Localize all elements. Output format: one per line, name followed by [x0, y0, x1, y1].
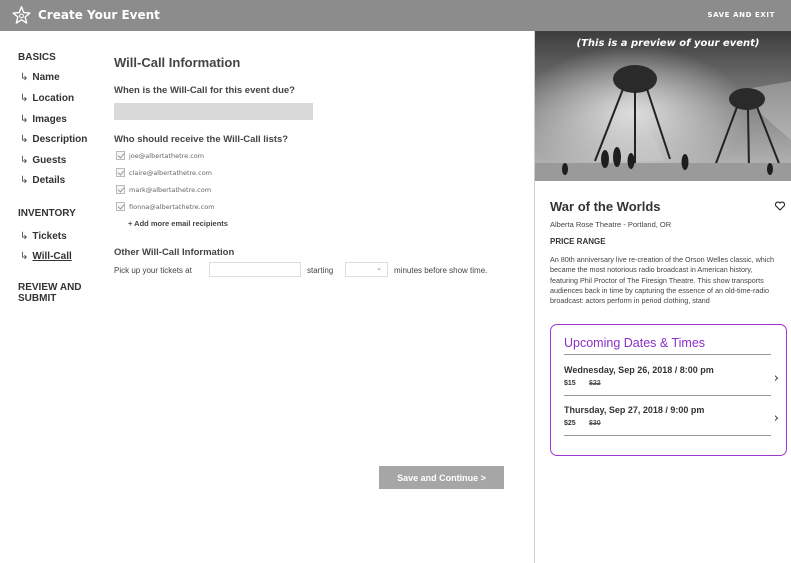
- recipient-checkbox[interactable]: [116, 151, 125, 160]
- chevron-right-icon: ›: [773, 371, 779, 386]
- divider: [564, 435, 771, 436]
- return-arrow-icon: ↳: [20, 114, 29, 125]
- divider: [564, 354, 771, 355]
- recipient-row: mark@albertathetre.com: [116, 185, 211, 194]
- original-price: $30: [589, 420, 601, 427]
- event-hero-image: (This is a preview of your event): [535, 31, 791, 181]
- sidebar-item-will-call[interactable]: ↳ Will-Call: [20, 251, 72, 262]
- sidebar-item-label: Description: [32, 134, 88, 145]
- page-title: Will-Call Information: [114, 55, 241, 70]
- recipient-checkbox[interactable]: [116, 185, 125, 194]
- sidebar-item-name[interactable]: ↳ Name: [20, 72, 60, 83]
- recipient-email: joe@albertathetre.com: [129, 151, 205, 160]
- sidebar-heading-review[interactable]: REVIEW AND SUBMIT: [18, 282, 82, 304]
- recipients-question-label: Who should receive the Will-Call lists?: [114, 134, 289, 145]
- date-row[interactable]: Thursday, Sep 27, 2018 / 9:00 pm $25 $30…: [564, 405, 779, 439]
- return-arrow-icon: ↳: [20, 134, 29, 145]
- date-row[interactable]: Wednesday, Sep 26, 2018 / 8:00 pm $15 $2…: [564, 365, 779, 399]
- add-email-recipients-link[interactable]: + Add more email recipients: [128, 219, 228, 228]
- recipient-row: fionna@albertathetre.com: [116, 202, 215, 211]
- sidebar-item-label: Location: [32, 93, 75, 104]
- event-description: An 80th anniversary live re-creation of …: [550, 255, 774, 305]
- recipient-email: claire@albertathetre.com: [129, 168, 213, 177]
- pickup-label: Pick up your tickets at: [114, 266, 192, 275]
- return-arrow-icon: ↳: [20, 231, 29, 242]
- recipient-checkbox[interactable]: [116, 168, 125, 177]
- sidebar-item-tickets[interactable]: ↳ Tickets: [20, 231, 67, 242]
- sidebar-item-label: Tickets: [32, 231, 67, 242]
- save-and-continue-button[interactable]: Save and Continue >: [379, 466, 504, 489]
- sidebar-item-label: Name: [32, 72, 60, 83]
- ticket-price: $25: [564, 420, 576, 427]
- sidebar-item-description[interactable]: ↳ Description: [20, 134, 87, 145]
- pickup-location-input[interactable]: [209, 262, 301, 277]
- event-preview-panel: (This is a preview of your event) War of…: [534, 31, 791, 563]
- due-question-label: When is the Will-Call for this event due…: [114, 85, 295, 96]
- other-info-heading: Other Will-Call Information: [114, 247, 235, 258]
- chevron-down-icon: ⌄: [376, 265, 382, 272]
- minutes-select[interactable]: ⌄: [345, 262, 388, 277]
- return-arrow-icon: ↳: [20, 93, 29, 104]
- return-arrow-icon: ↳: [20, 155, 29, 166]
- heart-icon[interactable]: [774, 200, 786, 212]
- event-title: War of the Worlds: [550, 199, 661, 214]
- recipient-row: claire@albertathetre.com: [116, 168, 212, 177]
- return-arrow-icon: ↳: [20, 175, 29, 186]
- save-and-exit-link[interactable]: SAVE AND EXIT: [707, 11, 775, 19]
- tripod-scene-image: [535, 31, 791, 181]
- sidebar-heading-basics: BASICS: [18, 52, 56, 63]
- sidebar-item-label: Images: [32, 114, 67, 125]
- will-call-form: Will-Call Information When is the Will-C…: [114, 0, 514, 563]
- recipient-row: joe@albertathetre.com: [116, 151, 204, 160]
- divider: [564, 395, 771, 396]
- sidebar-item-label: Details: [32, 175, 66, 186]
- sidebar-item-label: Will-Call: [32, 251, 72, 262]
- date-time: Wednesday, Sep 26, 2018 / 8:00 pm: [564, 365, 714, 375]
- event-venue: Alberta Rose Theatre - Portland, OR: [550, 220, 672, 229]
- preview-note: (This is a preview of your event): [576, 38, 760, 49]
- upcoming-dates-card: Upcoming Dates & Times Wednesday, Sep 26…: [550, 324, 787, 456]
- price-range-label: PRICE RANGE: [550, 237, 606, 246]
- pickup-row: Pick up your tickets at starting ⌄ minut…: [114, 262, 514, 277]
- return-arrow-icon: ↳: [20, 72, 29, 83]
- recipient-email: mark@albertathetre.com: [129, 185, 212, 194]
- sidebar-heading-inventory: INVENTORY: [18, 208, 76, 219]
- review-heading-line: REVIEW AND: [18, 282, 82, 293]
- chevron-right-icon: ›: [773, 411, 779, 426]
- upcoming-dates-title: Upcoming Dates & Times: [564, 336, 706, 350]
- return-arrow-icon: ↳: [20, 251, 29, 262]
- sidebar-item-images[interactable]: ↳ Images: [20, 114, 67, 125]
- sidebar-item-location[interactable]: ↳ Location: [20, 93, 74, 104]
- recipient-checkbox[interactable]: [116, 202, 125, 211]
- star-logo-icon[interactable]: [11, 5, 32, 26]
- review-heading-line: SUBMIT: [18, 293, 57, 304]
- ticket-price: $15: [564, 380, 576, 387]
- recipient-email: fionna@albertathetre.com: [129, 202, 215, 211]
- original-price: $22: [589, 380, 601, 387]
- minutes-label: minutes before show time.: [394, 266, 488, 275]
- starting-label: starting: [307, 266, 334, 275]
- sidebar-item-label: Guests: [32, 155, 67, 166]
- will-call-due-input[interactable]: [114, 103, 313, 120]
- date-time: Thursday, Sep 27, 2018 / 9:00 pm: [564, 405, 705, 415]
- sidebar-item-details[interactable]: ↳ Details: [20, 175, 65, 186]
- sidebar-item-guests[interactable]: ↳ Guests: [20, 155, 66, 166]
